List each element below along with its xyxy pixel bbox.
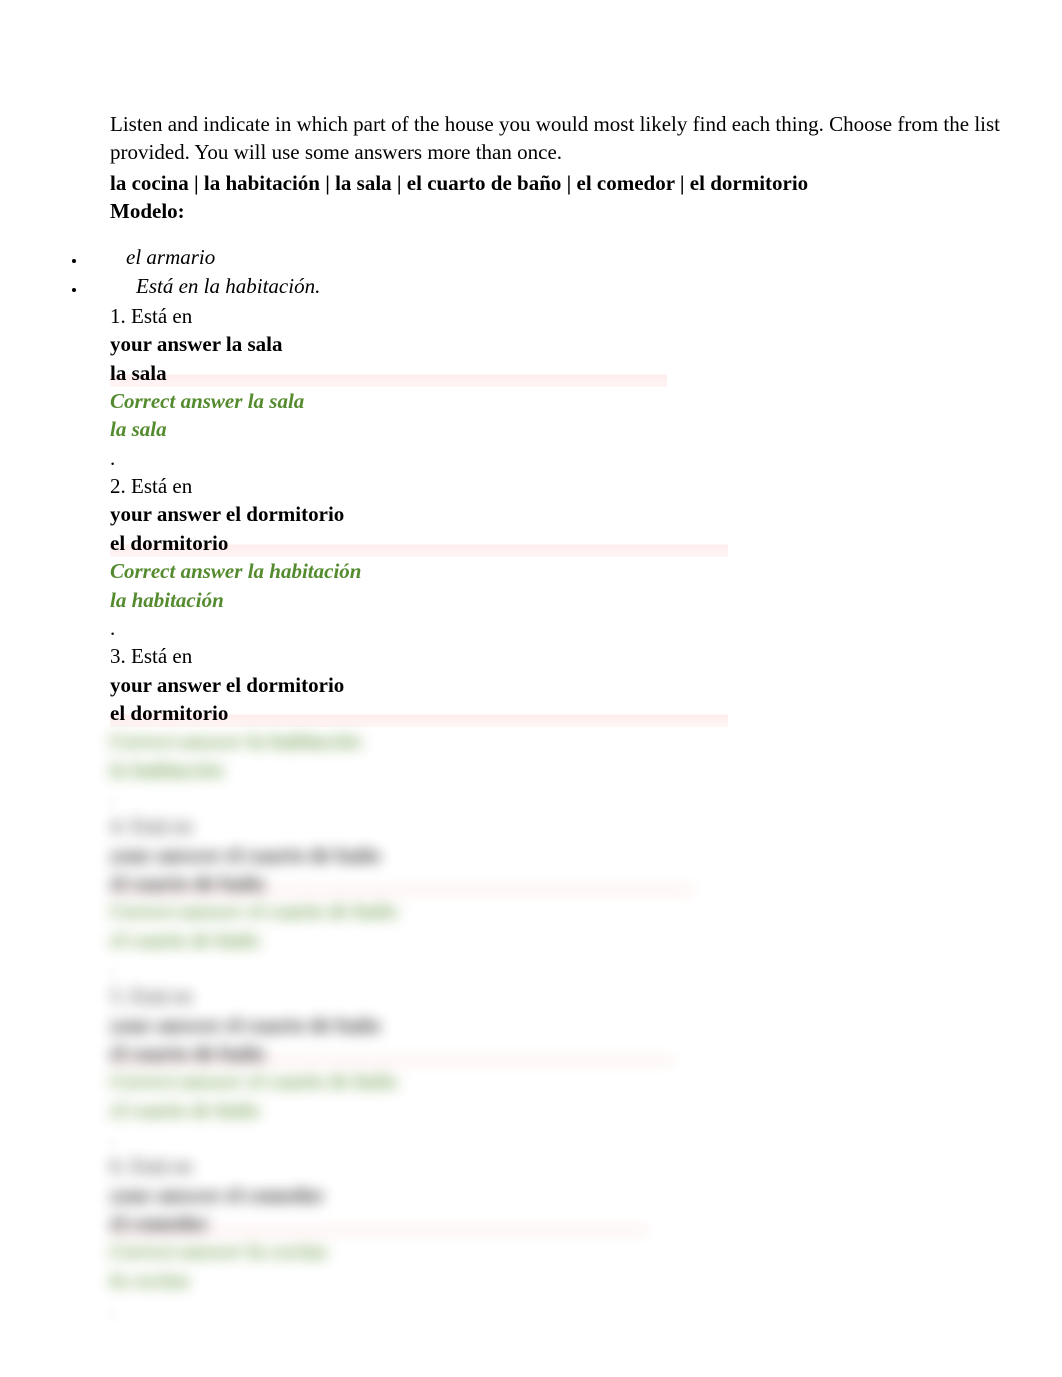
correct-answer-label: Correct answer la habitación [110,727,1062,755]
question-block: 3. Está en your answer el dormitorio el … [110,642,1062,812]
correct-answer-value: la habitación [110,756,1062,784]
question-block: 4. Está en your answer el cuarto de baño… [110,812,1062,982]
modelo-item: el armario [86,243,1062,271]
period: . [110,784,1062,812]
question-block: 5. Está en your answer el cuarto de baño… [110,982,1062,1152]
correct-answer-value: el cuarto de baño [110,1096,1062,1124]
correct-answer-value: la cocina [110,1266,1062,1294]
your-answer-label: your answer el dormitorio [110,500,1062,528]
your-answer-value: el dormitorio [110,529,728,557]
period: . [110,1124,1062,1152]
question-block: 6. Está en your answer el comedor el com… [110,1152,1062,1322]
word-bank: la cocina | la habitación | la sala | el… [110,169,1002,197]
question-block: 2. Está en your answer el dormitorio el … [110,472,1062,642]
period: . [110,954,1062,982]
your-answer-value: el cuarto de baño [110,1039,675,1067]
your-answer-value: el comedor [110,1209,649,1237]
your-answer-label: your answer el cuarto de baño [110,1011,1062,1039]
your-answer-label: your answer la sala [110,330,1062,358]
correct-answer-value: la habitación [110,586,1062,614]
your-answer-label: your answer el dormitorio [110,671,1062,699]
your-answer-value: el cuarto de baño [110,869,695,897]
question-block: 1. Está en your answer la sala la sala C… [110,302,1062,472]
instructions-text: Listen and indicate in which part of the… [110,110,1002,167]
correct-answer-value: la sala [110,415,1062,443]
question-prompt: 3. Está en [110,642,1062,670]
your-answer-label: your answer el comedor [110,1181,1062,1209]
your-answer-value: la sala [110,359,667,387]
list-item: el armario [86,243,1062,271]
question-prompt: 6. Está en [110,1152,1062,1180]
question-prompt: 4. Está en [110,812,1062,840]
correct-answer-value: el cuarto de baño [110,926,1062,954]
period: . [110,444,1062,472]
correct-answer-label: Correct answer el cuarto de baño [110,1067,1062,1095]
modelo-label: Modelo: [110,197,1002,225]
your-answer-label: your answer el cuarto de baño [110,841,1062,869]
correct-answer-label: Correct answer el cuarto de baño [110,897,1062,925]
question-prompt: 5. Está en [110,982,1062,1010]
correct-answer-label: Correct answer la habitación [110,557,1062,585]
modelo-answer: Está en la habitación. [86,272,1062,300]
period: . [110,614,1062,642]
correct-answer-label: Correct answer la sala [110,387,1062,415]
list-item: Está en la habitación. [86,272,1062,300]
question-prompt: 2. Está en [110,472,1062,500]
correct-answer-label: Correct answer la cocina [110,1237,1062,1265]
question-prompt: 1. Está en [110,302,1062,330]
your-answer-value: el dormitorio [110,699,728,727]
period: . [110,1294,1062,1322]
